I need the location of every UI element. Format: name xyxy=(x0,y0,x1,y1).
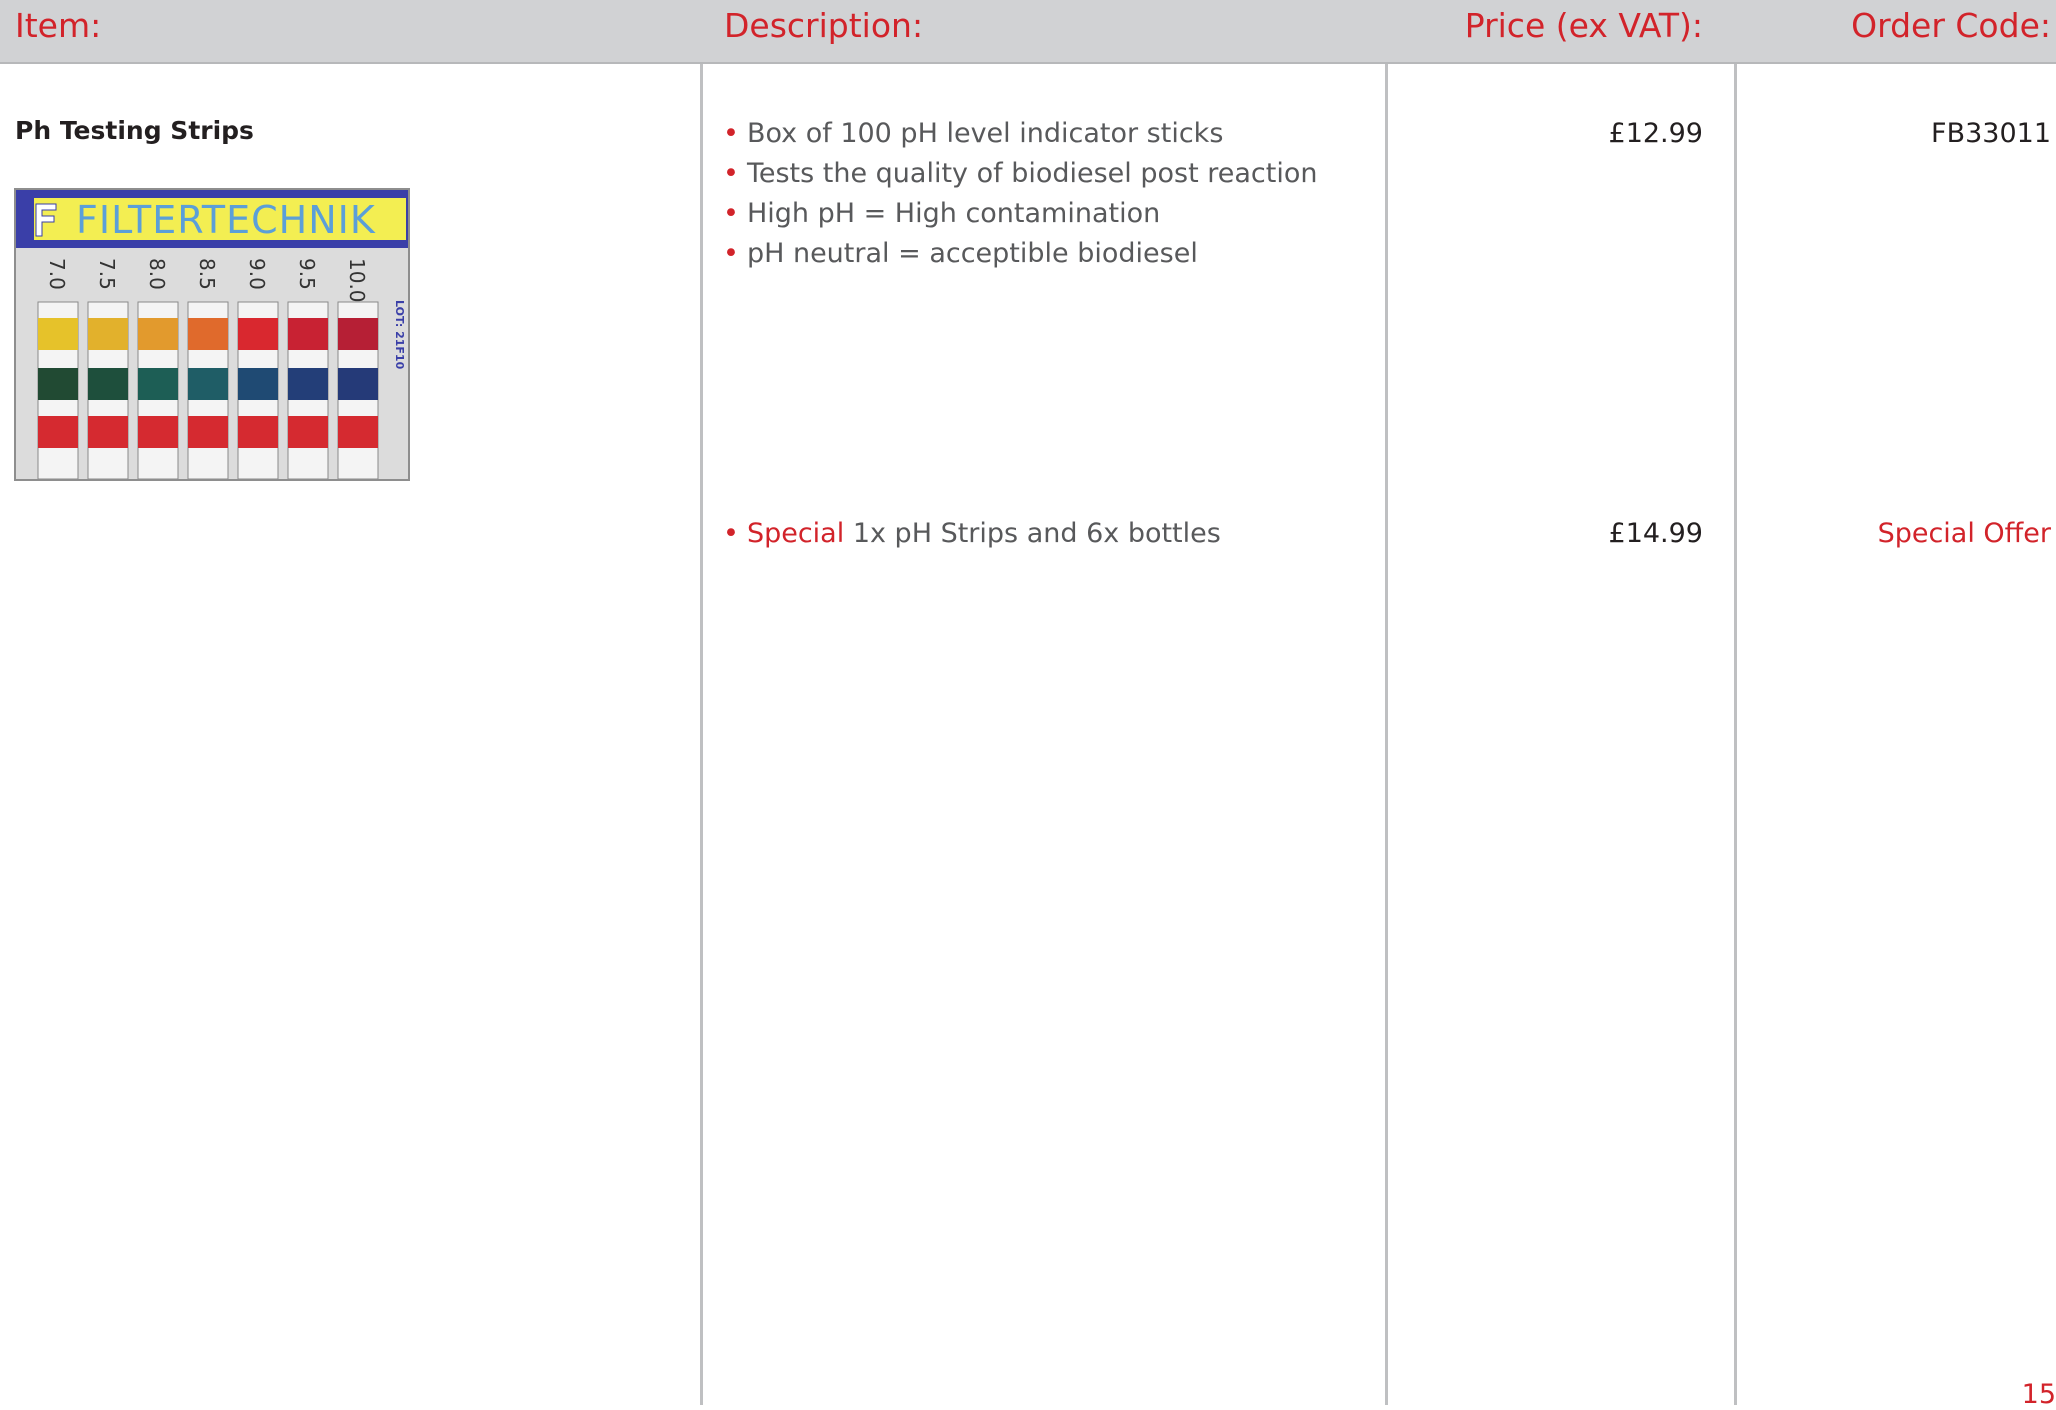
ph-pad xyxy=(238,416,278,448)
header-price: Price (ex VAT): xyxy=(1464,6,1703,45)
special-order-code: Special Offer xyxy=(1877,518,2051,549)
ph-pad xyxy=(138,318,178,350)
item-name: Ph Testing Strips xyxy=(15,116,254,145)
header-order-code: Order Code: xyxy=(1851,6,2051,45)
ph-scale-label: 8.5 xyxy=(195,258,219,290)
ph-pad xyxy=(38,368,78,400)
list-item: • High pH = High contamination xyxy=(723,198,1161,229)
ph-strips-image: FILTERTECHNIK 7.0 7.5 8.0 8.5 9.0 9.5 10.0 LOT… xyxy=(16,190,408,479)
ph-pad xyxy=(338,318,378,350)
header-description: Description: xyxy=(724,6,924,45)
ph-pad xyxy=(238,368,278,400)
ph-pad xyxy=(288,368,328,400)
ph-pad xyxy=(88,368,128,400)
ph-scale-label: 10.0 xyxy=(345,258,369,303)
ph-pad xyxy=(338,368,378,400)
column-divider xyxy=(1734,64,1737,1405)
ph-pad xyxy=(238,318,278,350)
ph-pad xyxy=(188,318,228,350)
column-divider xyxy=(700,64,703,1405)
ph-scale-label: 8.0 xyxy=(145,258,169,290)
special-price-value: £14.99 xyxy=(1608,518,1703,549)
order-code-value: FB33011 xyxy=(1931,118,2051,149)
ph-pad xyxy=(138,368,178,400)
image-brand: FILTERTECHNIK xyxy=(76,198,376,242)
ph-pad xyxy=(38,318,78,350)
ph-pad xyxy=(338,416,378,448)
list-item: • Tests the quality of biodiesel post rea… xyxy=(723,158,1318,189)
special-offer-description: • Special 1x pH Strips and 6x bottles xyxy=(723,518,1221,549)
ph-pad xyxy=(188,368,228,400)
ph-scale-label: 9.0 xyxy=(245,258,269,290)
ph-pad xyxy=(288,416,328,448)
price-value: £12.99 xyxy=(1608,118,1703,149)
ph-pad xyxy=(88,416,128,448)
list-item: • Box of 100 pH level indicator sticks xyxy=(723,118,1224,149)
ph-pad xyxy=(288,318,328,350)
ph-pad xyxy=(38,416,78,448)
ph-scale-label: 7.0 xyxy=(45,258,69,290)
image-lot: LOT: 21F10 xyxy=(393,300,406,370)
ph-scale-label: 7.5 xyxy=(95,258,119,290)
description-list: • Box of 100 pH level indicator sticks • T… xyxy=(723,114,1318,274)
ph-pad xyxy=(188,416,228,448)
list-item: • pH neutral = acceptible biodiesel xyxy=(723,238,1198,269)
header-item: Item: xyxy=(15,6,102,45)
ph-scale-label: 9.5 xyxy=(295,258,319,290)
column-divider xyxy=(1385,64,1388,1405)
page-number: 15 xyxy=(2021,1379,2056,1410)
product-image: FILTERTECHNIK 7.0 7.5 8.0 8.5 9.0 9.5 10.0 LOT… xyxy=(14,188,410,481)
table-header: Item: Description: Price (ex VAT): Order… xyxy=(0,0,2056,64)
ph-pad xyxy=(138,416,178,448)
ph-pad xyxy=(88,318,128,350)
